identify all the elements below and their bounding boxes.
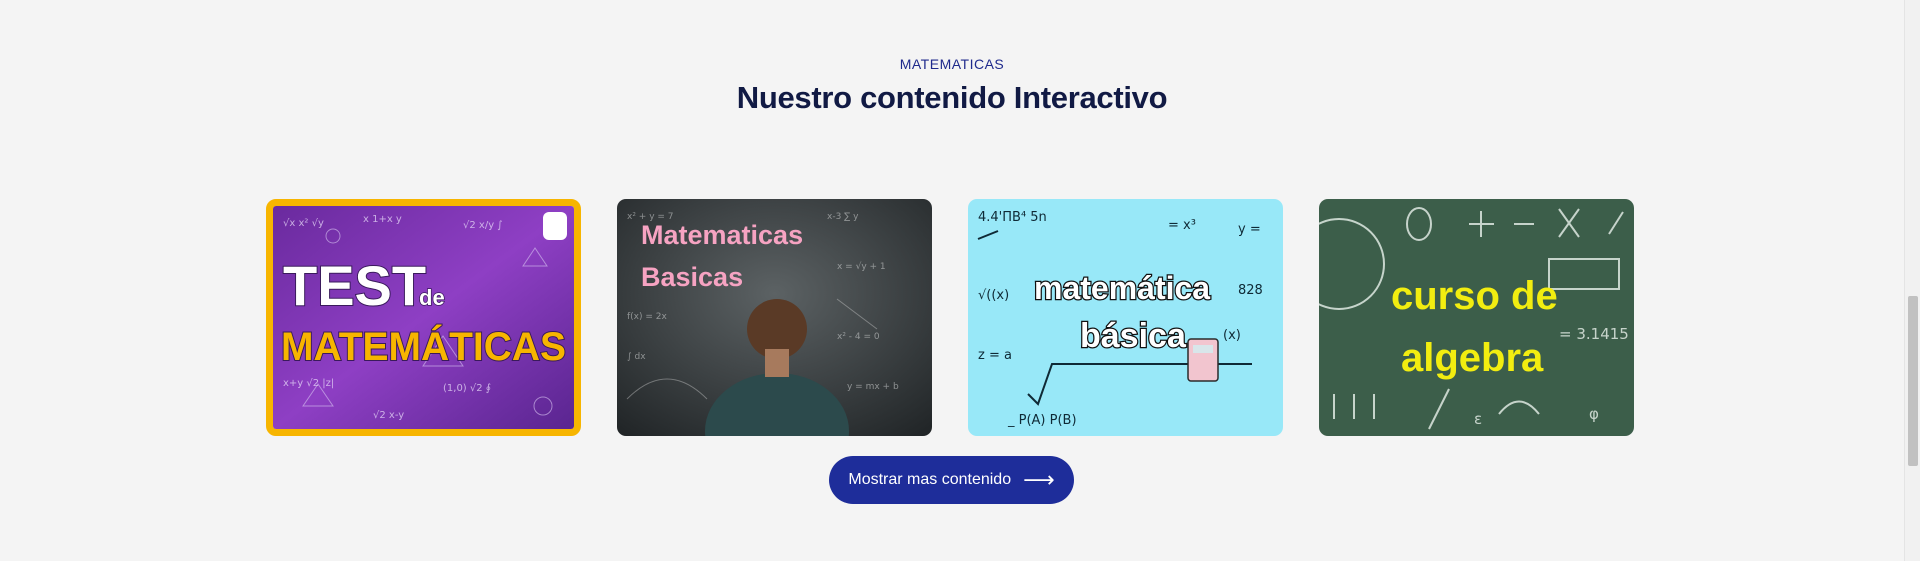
svg-text:(1,0) √2 ∮: (1,0) √2 ∮ <box>443 383 491 394</box>
svg-text:ε: ε <box>1474 410 1482 428</box>
card-matematicas-basicas-image: x² + y = 7 x-3 ∑ y x = √y + 1 f(x) = 2x … <box>617 199 932 436</box>
card-matematicas-basicas[interactable]: x² + y = 7 x-3 ∑ y x = √y + 1 f(x) = 2x … <box>617 199 932 436</box>
card-test-matematicas-image: √x x² √y x 1+x y √2 x/y ∫ x+y √2 |z| (1,… <box>273 206 574 429</box>
svg-text:(x): (x) <box>1223 328 1241 343</box>
scrollbar-thumb[interactable] <box>1908 296 1918 466</box>
card-matematica-basica[interactable]: 4.4'ΠB⁴ 5n = x³ y = √((x) 828 z = a (x) … <box>968 199 1283 436</box>
svg-text:4.4'ΠB⁴ 5n: 4.4'ΠB⁴ 5n <box>978 210 1047 225</box>
svg-text:√2 x-y: √2 x-y <box>373 410 404 421</box>
card-2-label-line1: Matematicas <box>641 220 803 250</box>
svg-text:= 3.1415: = 3.1415 <box>1559 325 1629 343</box>
svg-text:√((x): √((x) <box>978 288 1009 303</box>
card-1-label-test: TEST <box>283 254 426 317</box>
svg-text:√2 x/y ∫: √2 x/y ∫ <box>463 220 503 231</box>
svg-text:= x³: = x³ <box>1168 218 1196 233</box>
card-2-label-line2: Basicas <box>641 262 743 292</box>
svg-text:z = a: z = a <box>978 348 1012 363</box>
card-1-label-matematicas: MATEMÁTICAS <box>281 324 566 369</box>
card-matematica-basica-image: 4.4'ΠB⁴ 5n = x³ y = √((x) 828 z = a (x) … <box>968 199 1283 436</box>
svg-text:φ: φ <box>1589 405 1599 423</box>
svg-text:828: 828 <box>1238 283 1263 298</box>
svg-text:f(x) = 2x: f(x) = 2x <box>627 312 668 322</box>
vertical-scrollbar[interactable] <box>1904 0 1920 561</box>
card-curso-algebra[interactable]: = 3.1415 φ ε curso de algebra <box>1319 199 1634 436</box>
card-4-label-line2: algebra <box>1401 336 1544 380</box>
card-curso-algebra-image: = 3.1415 φ ε curso de algebra <box>1319 199 1634 436</box>
card-test-matematicas[interactable]: √x x² √y x 1+x y √2 x/y ∫ x+y √2 |z| (1,… <box>266 199 581 436</box>
svg-text:y =: y = <box>1238 222 1261 237</box>
card-3-label-line2: básica <box>1080 317 1187 355</box>
svg-text:∫ dx: ∫ dx <box>627 352 646 362</box>
show-more-button[interactable]: Mostrar mas contenido ⟶ <box>829 456 1074 504</box>
section-title: Nuestro contenido Interactivo <box>736 80 1168 115</box>
svg-text:x 1+x y: x 1+x y <box>363 214 402 225</box>
svg-text:x+y √2 |z|: x+y √2 |z| <box>283 378 334 389</box>
section-eyebrow: MATEMATICAS <box>899 56 1005 72</box>
svg-text:y = mx + b: y = mx + b <box>847 382 899 392</box>
svg-text:x = √y + 1: x = √y + 1 <box>837 261 886 272</box>
svg-text:√x x² √y: √x x² √y <box>283 218 324 229</box>
card-4-label-line1: curso de <box>1391 274 1558 318</box>
card-1-label-de: de <box>419 285 445 310</box>
svg-text:x² - 4 = 0: x² - 4 = 0 <box>837 332 880 342</box>
svg-text:_ P(A) P(B): _ P(A) P(B) <box>1007 413 1077 428</box>
content-cards: √x x² √y x 1+x y √2 x/y ∫ x+y √2 |z| (1,… <box>266 199 1634 436</box>
svg-text:x-3 ∑ y: x-3 ∑ y <box>827 212 859 222</box>
show-more-button-label: Mostrar mas contenido <box>848 471 1012 488</box>
card-3-label-line1: matemática <box>1034 270 1210 306</box>
arrow-right-icon: ⟶ <box>1023 467 1055 492</box>
